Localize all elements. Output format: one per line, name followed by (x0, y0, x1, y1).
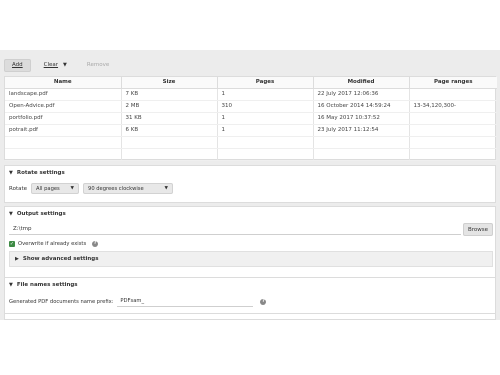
remove-button-label: Remove (86, 62, 110, 68)
cell-size: 2 MB (121, 100, 218, 113)
table-row[interactable]: landscape.pdf 7 KB 1 22 July 2017 12:06:… (5, 88, 497, 101)
table-row-empty (5, 148, 497, 161)
cell-pages: 1 (217, 124, 314, 137)
column-header-name[interactable]: Name (5, 77, 122, 89)
cell-size: 6 KB (121, 124, 218, 137)
collapse-triangle-icon: ▼ (9, 170, 13, 176)
table-row-empty (5, 136, 497, 149)
advanced-settings-label: Show advanced settings (22, 256, 99, 262)
add-button[interactable]: Add (4, 58, 31, 72)
column-header-pages[interactable]: Pages (217, 77, 314, 89)
clear-button-label: Clear (43, 62, 59, 68)
table-header-row: Name Size Pages Modified Page ranges (5, 77, 497, 89)
cell-size: 31 KB (121, 112, 218, 125)
help-icon[interactable]: ? (260, 298, 267, 305)
cell-name: potrait.pdf (5, 124, 122, 137)
chevron-down-icon: ▼ (70, 186, 75, 191)
table-row[interactable]: Open-Advice.pdf 2 MB 310 16 October 2014… (5, 100, 497, 113)
rotation-select[interactable]: 90 degrees clockwise ▼ (83, 183, 174, 194)
rotate-settings-title: Rotate settings (16, 170, 65, 176)
rotation-select-value: 90 degrees clockwise (88, 185, 144, 192)
cell-modified: 23 July 2017 11:12:54 (313, 124, 410, 137)
column-header-modified[interactable]: Modified (313, 77, 410, 89)
overwrite-checkbox[interactable]: ✓ (9, 241, 15, 247)
output-settings-header[interactable]: ▼ Output settings (9, 211, 66, 217)
browse-button[interactable]: Browse (463, 223, 493, 236)
cell-modified: 16 May 2017 10:37:52 (313, 112, 410, 125)
expand-triangle-icon: ▶ (15, 256, 19, 262)
collapse-triangle-icon: ▼ (9, 282, 13, 288)
table-row[interactable]: potrait.pdf 6 KB 1 23 July 2017 11:12:54 (5, 124, 497, 137)
cell-modified: 16 October 2014 14:59:24 (313, 100, 410, 113)
file-names-settings-panel: ▼ File names settings Generated PDF docu… (4, 277, 496, 314)
cell-name: portfolio.pdf (5, 112, 122, 125)
cell-pages: 310 (217, 100, 314, 113)
cell-page-ranges[interactable] (409, 112, 497, 125)
overwrite-row: ✓ Overwrite if already exists ? (9, 241, 99, 247)
prefix-input[interactable]: PDFsam_ (117, 296, 254, 307)
rotate-settings-header[interactable]: ▼ Rotate settings (9, 170, 65, 176)
column-header-size[interactable]: Size (121, 77, 218, 89)
cell-page-ranges[interactable] (409, 124, 497, 137)
output-settings-title: Output settings (16, 211, 66, 217)
prefix-row: Generated PDF documents name prefix: PDF… (9, 296, 267, 307)
collapse-triangle-icon: ▼ (9, 211, 13, 217)
cell-modified: 22 July 2017 12:06:36 (313, 88, 410, 101)
chevron-down-icon: ▼ (63, 62, 67, 68)
cell-page-ranges[interactable] (409, 88, 497, 101)
cell-pages: 1 (217, 112, 314, 125)
output-path-field[interactable]: Z:\tmp (9, 223, 461, 235)
file-names-settings-header[interactable]: ▼ File names settings (9, 282, 78, 288)
add-button-label: Add (12, 62, 23, 68)
cell-page-ranges[interactable]: 13-34,120,300- (409, 100, 497, 113)
rotate-label: Rotate (9, 185, 28, 192)
show-advanced-settings-toggle[interactable]: ▶ Show advanced settings (9, 251, 493, 267)
help-icon[interactable]: ? (92, 241, 99, 247)
prefix-label: Generated PDF documents name prefix: (9, 298, 114, 305)
toolbar: Add Clear ▼ Remove (4, 58, 116, 72)
clear-button[interactable]: Clear ▼ (37, 59, 74, 72)
table-row[interactable]: portfolio.pdf 31 KB 1 16 May 2017 10:37:… (5, 112, 497, 125)
pages-select-value: All pages (36, 185, 60, 192)
file-table: Name Size Pages Modified Page ranges lan… (4, 76, 497, 161)
chevron-down-icon: ▼ (164, 186, 169, 191)
rotate-settings-panel: ▼ Rotate settings Rotate All pages ▼ 90 … (4, 165, 496, 203)
file-names-settings-title: File names settings (16, 282, 78, 288)
cell-pages: 1 (217, 88, 314, 101)
cell-name: landscape.pdf (5, 88, 122, 101)
overwrite-label[interactable]: Overwrite if already exists (18, 241, 86, 247)
rotate-row: Rotate All pages ▼ 90 degrees clockwise … (9, 183, 174, 194)
remove-button[interactable]: Remove (80, 59, 116, 72)
cell-name: Open-Advice.pdf (5, 100, 122, 113)
cell-size: 7 KB (121, 88, 218, 101)
pages-select[interactable]: All pages ▼ (31, 183, 80, 194)
column-header-page-ranges[interactable]: Page ranges (409, 77, 497, 89)
